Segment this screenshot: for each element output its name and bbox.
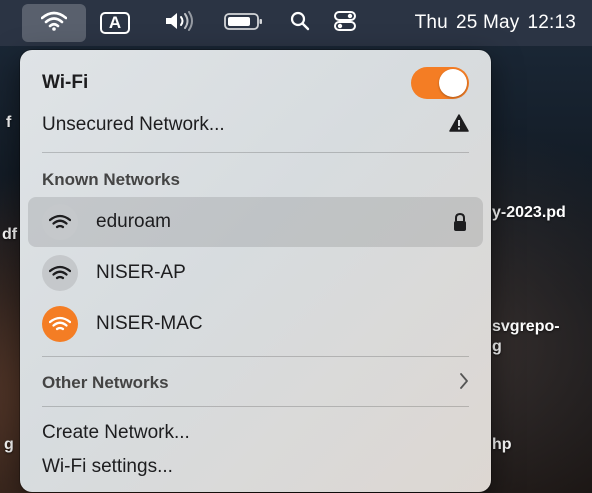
menu-bar: A Thu 25 May 12:13	[0, 0, 592, 46]
wifi-menu-button[interactable]	[22, 4, 86, 42]
network-wifi-icon	[42, 255, 78, 291]
network-name: eduroam	[96, 211, 171, 232]
menu-bar-clock[interactable]: Thu 25 May 12:13	[415, 0, 576, 46]
battery-icon	[224, 11, 264, 36]
lock-icon	[453, 212, 467, 237]
network-name: NISER-MAC	[96, 313, 203, 334]
volume-button[interactable]	[164, 0, 198, 46]
network-name: NISER-AP	[96, 262, 186, 283]
search-icon	[290, 11, 310, 36]
clock-date: 25 May	[455, 12, 520, 33]
network-item-eduroam[interactable]: eduroam	[28, 197, 483, 247]
wifi-menu-panel: Wi-Fi Unsecured Network... Known Network…	[20, 50, 491, 492]
unsecured-network-item[interactable]: Unsecured Network...	[42, 110, 469, 140]
network-wifi-icon	[42, 306, 78, 342]
wifi-toggle[interactable]	[411, 67, 469, 99]
volume-icon	[164, 10, 198, 36]
desktop-file-label[interactable]: y-2023.pd	[492, 204, 566, 222]
network-wifi-icon	[42, 204, 78, 240]
panel-title: Wi-Fi	[42, 72, 89, 93]
divider	[42, 356, 469, 357]
desktop-file-label[interactable]: hp	[492, 436, 512, 454]
create-network-item[interactable]: Create Network...	[42, 418, 469, 448]
network-item-niser-mac[interactable]: NISER-MAC	[28, 299, 483, 349]
keyboard-input-icon: A	[100, 12, 130, 34]
chevron-right-icon[interactable]	[459, 372, 469, 395]
desktop-file-label[interactable]: f	[6, 114, 11, 132]
control-center-icon	[333, 10, 357, 37]
known-networks-header: Known Networks	[42, 170, 180, 189]
wifi-settings-item[interactable]: Wi-Fi settings...	[42, 452, 469, 482]
input-source-button[interactable]: A	[100, 0, 130, 46]
clock-day: Thu	[414, 12, 448, 33]
control-center-button[interactable]	[333, 0, 357, 46]
toggle-knob	[439, 69, 467, 97]
warning-icon	[449, 114, 469, 137]
wifi-icon	[40, 11, 68, 36]
divider	[42, 406, 469, 407]
spotlight-button[interactable]	[290, 0, 310, 46]
clock-time: 12:13	[527, 12, 576, 33]
desktop-file-label[interactable]: svgrepo-	[492, 318, 560, 336]
desktop-file-label[interactable]: g	[4, 436, 14, 454]
divider	[42, 152, 469, 153]
desktop-file-label[interactable]: df	[2, 226, 17, 244]
network-item-niser-ap[interactable]: NISER-AP	[28, 248, 483, 298]
other-networks-item[interactable]: Other Networks	[42, 368, 469, 398]
battery-button[interactable]	[224, 0, 264, 46]
desktop-file-label[interactable]: g	[492, 338, 502, 356]
